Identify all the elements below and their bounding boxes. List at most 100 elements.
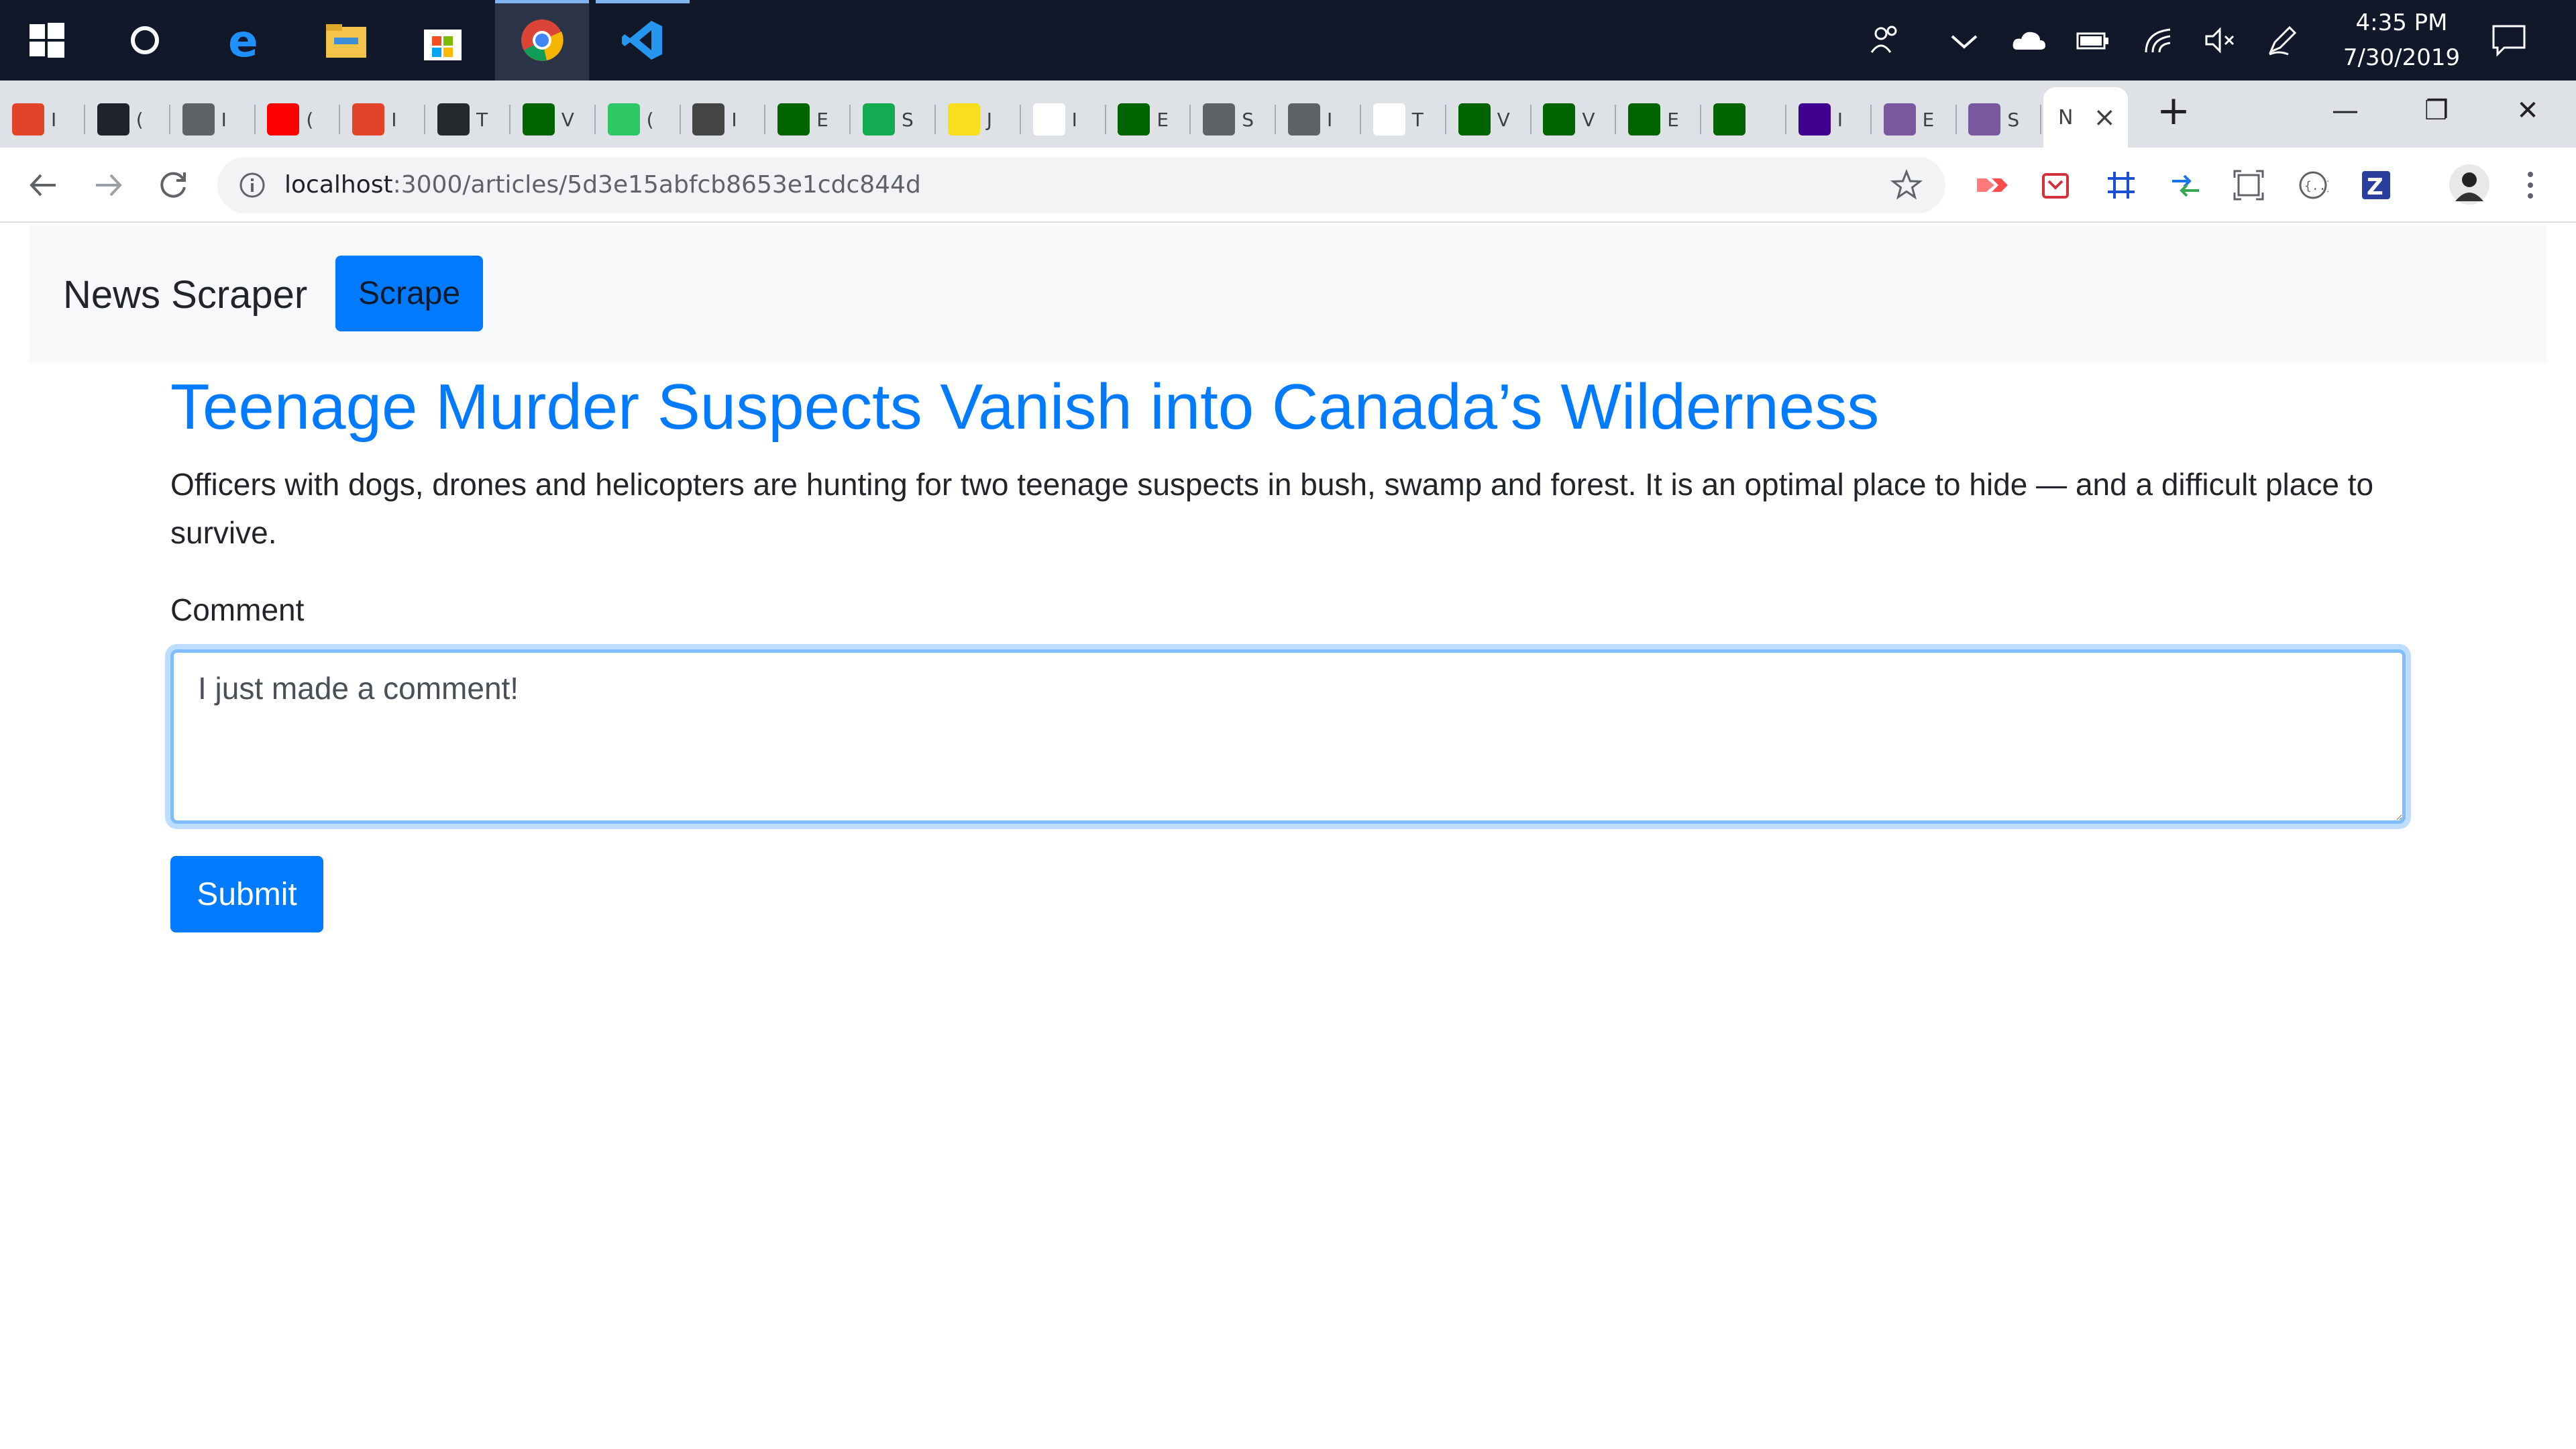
- wifi-icon[interactable]: [2139, 20, 2179, 60]
- tab-title: (: [646, 108, 654, 131]
- tab-item[interactable]: (: [596, 91, 681, 148]
- article-summary: Officers with dogs, drones and helicopte…: [170, 467, 2374, 550]
- ext-json-icon[interactable]: {..}: [2293, 165, 2333, 205]
- ext-redirect-icon[interactable]: [1971, 165, 2011, 205]
- ext-zotero-icon[interactable]: Z: [2356, 165, 2396, 205]
- close-tab-icon[interactable]: ×: [2093, 102, 2116, 133]
- tab-title: S: [1242, 108, 1254, 131]
- menu-kebab-icon[interactable]: [2510, 165, 2551, 205]
- onedrive-icon[interactable]: [2008, 20, 2049, 60]
- javascript-icon: [947, 103, 980, 136]
- people-icon[interactable]: [1865, 20, 1905, 60]
- tab-title: V: [561, 108, 574, 131]
- svg-text:Z: Z: [2367, 174, 2383, 201]
- tab-title: E: [816, 108, 828, 131]
- tab-item[interactable]: I: [340, 91, 426, 148]
- amazon-icon: [1373, 103, 1405, 136]
- tab-item[interactable]: J: [936, 91, 1021, 148]
- tab-item[interactable]: I: [0, 91, 85, 148]
- pen-icon[interactable]: [2262, 20, 2302, 60]
- tab-item[interactable]: E: [1106, 91, 1191, 148]
- tab-item[interactable]: E: [765, 91, 851, 148]
- vscode-icon: [622, 21, 662, 60]
- tab-item[interactable]: V: [1446, 91, 1532, 148]
- tab-item[interactable]: S: [1191, 91, 1277, 148]
- tab-item[interactable]: E: [1616, 91, 1702, 148]
- tab-item[interactable]: (: [85, 91, 170, 148]
- article-title[interactable]: Teenage Murder Suspects Vanish into Cana…: [170, 368, 2406, 447]
- freecodecamp-icon: [1543, 103, 1576, 136]
- tab-item[interactable]: I: [1276, 91, 1361, 148]
- tab-active[interactable]: N ×: [2043, 87, 2128, 148]
- globe-icon: [1288, 103, 1320, 136]
- tab-title: S: [902, 108, 914, 131]
- url-text[interactable]: localhost:3000/articles/5d3e15abfcb8653e…: [284, 157, 921, 213]
- info-icon[interactable]: [237, 170, 267, 200]
- reload-icon: [160, 172, 186, 198]
- notification-icon[interactable]: [2489, 20, 2529, 60]
- tab-item[interactable]: T: [1361, 91, 1446, 148]
- tab-item[interactable]: (: [255, 91, 341, 148]
- edge-app[interactable]: e: [199, 0, 292, 80]
- windows-start-button[interactable]: [0, 0, 94, 80]
- cortana-button[interactable]: [98, 0, 192, 80]
- github-icon: [437, 103, 470, 136]
- tab-item[interactable]: I: [680, 91, 766, 148]
- avatar-icon: [2449, 164, 2489, 205]
- tab-title: E: [1922, 108, 1935, 131]
- tab-separator: [2040, 105, 2042, 134]
- volume-muted-icon[interactable]: [2200, 20, 2241, 60]
- tab-title: E: [1157, 108, 1169, 131]
- clock-time: 4:35 PM: [2355, 9, 2448, 36]
- system-clock[interactable]: 4:35 PM 7/30/2019: [2321, 5, 2482, 75]
- new-tab-button[interactable]: +: [2133, 80, 2214, 141]
- chrome-icon: [521, 19, 564, 61]
- freecodecamp-icon: [777, 103, 810, 136]
- tab-item[interactable]: S: [851, 91, 936, 148]
- ext-arrows-icon[interactable]: [2165, 165, 2206, 205]
- brand-logo[interactable]: News Scraper: [63, 272, 307, 317]
- tab-title: J: [986, 108, 993, 131]
- freecodecamp-icon: [1713, 103, 1746, 136]
- profile-avatar[interactable]: [2446, 161, 2493, 208]
- submit-button[interactable]: Submit: [170, 856, 323, 932]
- restore-button[interactable]: ❐: [2396, 80, 2477, 141]
- tab-title: I: [1327, 108, 1333, 131]
- url-path: :3000/articles/5d3e15abfcb8653e1cdc844d: [392, 171, 921, 199]
- battery-icon[interactable]: [2073, 20, 2113, 60]
- vscode-app[interactable]: [596, 0, 690, 80]
- comment-textarea[interactable]: I just made a comment!: [170, 649, 2406, 824]
- forward-button[interactable]: [87, 164, 130, 207]
- minimize-button[interactable]: —: [2305, 80, 2385, 141]
- heroku-icon: [1883, 103, 1916, 136]
- tab-item[interactable]: [1701, 91, 1786, 148]
- ext-pocket-icon[interactable]: [2035, 165, 2076, 205]
- tab-item[interactable]: T: [425, 91, 511, 148]
- ext-grid-icon[interactable]: [2101, 165, 2141, 205]
- chevron-up-icon[interactable]: [1944, 20, 1984, 60]
- address-bar[interactable]: localhost:3000/articles/5d3e15abfcb8653e…: [217, 157, 1945, 213]
- tab-item[interactable]: V: [1531, 91, 1617, 148]
- tab-title: (: [306, 108, 314, 131]
- bookmark-star-icon[interactable]: [1890, 169, 1923, 201]
- tab-item[interactable]: I: [170, 91, 256, 148]
- scrape-button[interactable]: Scrape: [335, 256, 483, 331]
- back-button[interactable]: [21, 164, 64, 207]
- close-window-button[interactable]: ✕: [2487, 80, 2568, 141]
- react-icon: [97, 103, 129, 136]
- svg-text:e: e: [228, 19, 258, 62]
- chrome-app[interactable]: [495, 0, 589, 80]
- reload-button[interactable]: [152, 164, 195, 207]
- windows-logo-icon: [30, 23, 64, 58]
- file-explorer-app[interactable]: [299, 0, 393, 80]
- hackerrank-icon: [607, 103, 640, 136]
- tab-item[interactable]: I: [1021, 91, 1106, 148]
- tab-title: E: [1667, 108, 1679, 131]
- microsoft-store-app[interactable]: [396, 0, 490, 80]
- tab-item[interactable]: V: [511, 91, 596, 148]
- tab-item[interactable]: E: [1872, 91, 1957, 148]
- tab-item[interactable]: I: [1786, 91, 1872, 148]
- tab-title: S: [2007, 108, 2020, 131]
- tab-item[interactable]: S: [1956, 91, 2042, 148]
- ext-screenshot-icon[interactable]: [2229, 165, 2269, 205]
